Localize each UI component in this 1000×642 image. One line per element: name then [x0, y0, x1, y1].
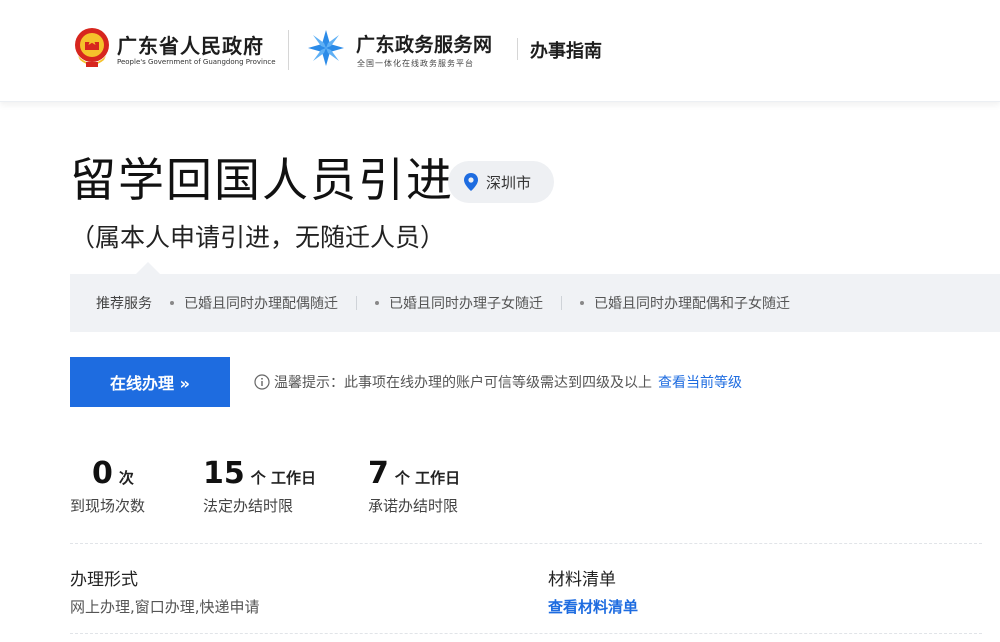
bullet-icon [375, 301, 379, 305]
recommend-bar: 推荐服务 已婚且同时办理配偶随迁 已婚且同时办理子女随迁 已婚且同时办理配偶和子… [70, 274, 1000, 332]
recommend-label: 推荐服务 [96, 296, 152, 312]
stat-value: 15 [203, 456, 245, 491]
site-header: 广东省人民政府 People's Government of Guangdong… [0, 0, 1000, 102]
stat-legal-time-limit: 15 个 工作日 法定办结时限 [203, 456, 316, 516]
handling-form-value: 网上办理,窗口办理,快递申请 [70, 598, 260, 616]
guide-label: 办事指南 [530, 41, 602, 62]
recommend-divider [356, 296, 357, 310]
stat-label: 到现场次数 [70, 497, 146, 515]
recommend-item[interactable]: 已婚且同时办理子女随迁 [375, 293, 543, 313]
recommend-item-label: 已婚且同时办理配偶随迁 [184, 296, 338, 312]
divider [70, 543, 982, 544]
service-logo-icon [308, 30, 344, 66]
handling-form-heading: 办理形式 [70, 570, 138, 590]
notice-text: 温馨提示：此事项在线办理的账户可信等级需达到四级及以上 [274, 375, 652, 391]
service-name[interactable]: 广东政务服务网 [356, 30, 493, 57]
stat-value: 0 [92, 456, 113, 491]
recommend-divider [561, 296, 562, 310]
stat-label: 法定办结时限 [203, 497, 294, 515]
stat-unit: 次 [118, 469, 134, 487]
stat-label: 承诺办结时限 [368, 497, 459, 515]
location-pin-icon [464, 173, 478, 191]
materials-section: 材料清单 查看材料清单 [548, 565, 638, 617]
service-subtitle: 全国一体化在线政务服务平台 [357, 59, 474, 68]
recommend-item[interactable]: 已婚且同时办理配偶随迁 [170, 293, 338, 313]
stat-unit: 个 工作日 [394, 469, 461, 487]
city-name: 深圳市 [486, 173, 532, 192]
recommend-item-label: 已婚且同时办理子女随迁 [389, 296, 543, 312]
city-tag[interactable]: 深圳市 [448, 161, 554, 203]
national-emblem-icon [75, 28, 109, 67]
apply-online-button[interactable]: 在线办理 » [70, 357, 230, 407]
materials-heading: 材料清单 [548, 570, 616, 590]
gov-name[interactable]: 广东省人民政府 [117, 30, 264, 59]
view-materials-link[interactable]: 查看材料清单 [548, 596, 638, 617]
page-title: 留学回国人员引进 [70, 153, 454, 207]
stat-unit: 个 工作日 [250, 469, 316, 487]
notice: 温馨提示：此事项在线办理的账户可信等级需达到四级及以上 查看当前等级 [254, 372, 742, 392]
bullet-icon [580, 301, 584, 305]
recommend-pointer [136, 262, 160, 274]
stat-value: 7 [368, 456, 389, 491]
handling-form-section: 办理形式 网上办理,窗口办理,快递申请 [70, 565, 260, 617]
header-divider [288, 30, 289, 70]
header-divider [517, 38, 518, 60]
gov-name-en: People's Government of Guangdong Provinc… [117, 58, 276, 66]
bullet-icon [170, 301, 174, 305]
divider [70, 633, 982, 634]
recommend-item-label: 已婚且同时办理配偶和子女随迁 [594, 296, 790, 312]
page-subtitle: （属本人申请引进，无随迁人员） [70, 223, 446, 252]
info-icon [254, 374, 270, 390]
recommend-item[interactable]: 已婚且同时办理配偶和子女随迁 [580, 293, 790, 313]
check-level-link[interactable]: 查看当前等级 [658, 372, 742, 392]
stat-onsite-visits: 0次 到现场次数 [70, 456, 145, 516]
stat-promised-time-limit: 7 个 工作日 承诺办结时限 [368, 456, 460, 516]
